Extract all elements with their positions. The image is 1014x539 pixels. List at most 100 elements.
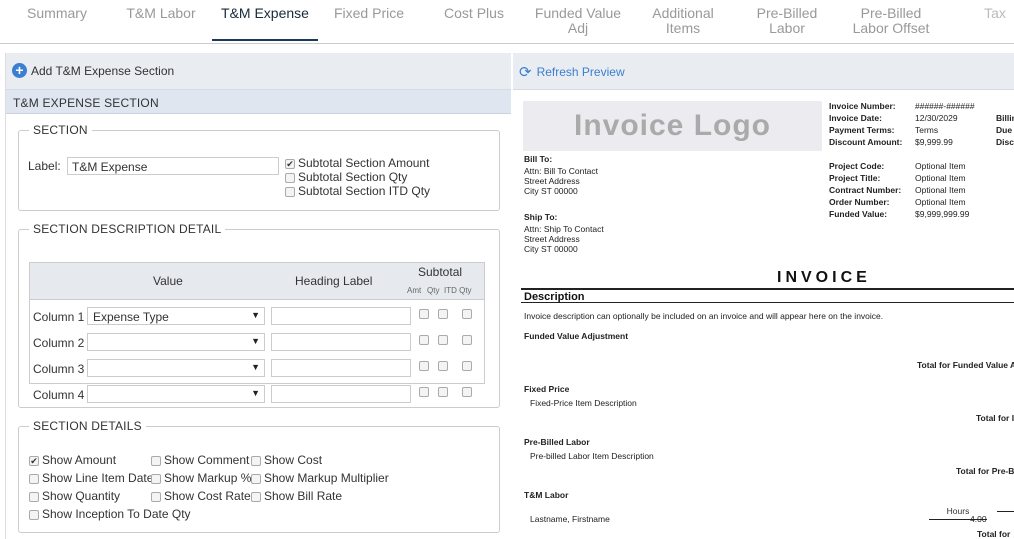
heading-label-input[interactable] (271, 307, 411, 325)
sub-itd-header: ITD Qty (444, 286, 472, 295)
invoice-logo-placeholder: Invoice Logo (523, 101, 822, 151)
show-cost-label: Show Cost (264, 453, 323, 467)
ship-to-line: Street Address (524, 234, 580, 244)
pre-billed-item: Pre-billed Labor Item Description (530, 451, 654, 461)
heading-label-input[interactable] (271, 385, 411, 403)
col-value-header: Value (153, 274, 183, 288)
tab-pre-billed-labor-offset[interactable]: Pre-Billed Labor Offset (846, 6, 936, 36)
fva-total: Total for Funded Value A (917, 360, 1014, 370)
ship-to-line: Attn: Ship To Contact (524, 224, 604, 234)
label-caption: Label: (28, 159, 61, 173)
show-cost-rate-label: Show Cost Rate (164, 489, 251, 503)
label-input[interactable]: T&M Expense (67, 157, 279, 175)
tab-tm-expense[interactable]: T&M Expense (212, 6, 318, 41)
plus-circle-icon: + (12, 63, 27, 78)
amt-checkbox[interactable] (419, 335, 429, 345)
col-heading-header: Heading Label (295, 274, 373, 288)
show-markup-multiplier-checkbox[interactable] (251, 474, 261, 484)
tab-tm-labor[interactable]: T&M Labor (114, 6, 208, 21)
tm-labor-title: T&M Labor (524, 490, 569, 500)
meta-key: Invoice Date: (829, 113, 882, 123)
itd-checkbox[interactable] (462, 335, 472, 345)
refresh-preview-button[interactable]: ⟳ Refresh Preview (519, 63, 625, 81)
fixed-price-item: Fixed-Price Item Description (530, 398, 637, 408)
show-line-item-date-checkbox[interactable] (29, 474, 39, 484)
section-header-title: T&M EXPENSE SECTION (13, 96, 159, 110)
select-value: Expense Type (93, 310, 169, 324)
itd-checkbox[interactable] (462, 361, 472, 371)
meta-key: Discount Amount: (829, 137, 903, 147)
dropdown-arrow-icon: ▼ (251, 362, 260, 372)
meta-value: Terms (915, 125, 939, 135)
qty-checkbox[interactable] (438, 361, 448, 371)
show-cost-checkbox[interactable] (251, 456, 261, 466)
subtotal-amount-label: Subtotal Section Amount (298, 156, 430, 170)
hours-value: 4.00 (970, 514, 987, 524)
row-label: Column 4 (33, 388, 85, 402)
show-cost-rate-checkbox[interactable] (151, 492, 161, 502)
column-value-select[interactable]: ▼ (87, 385, 265, 403)
show-itd-qty-checkbox[interactable] (29, 510, 39, 520)
qty-checkbox[interactable] (438, 387, 448, 397)
section-editor-pane: + Add T&M Expense Section T&M EXPENSE SE… (5, 53, 511, 539)
project-key: Contract Number: (829, 185, 902, 195)
tab-cost-plus[interactable]: Cost Plus (432, 6, 516, 21)
add-section-label: Add T&M Expense Section (31, 63, 175, 78)
project-key: Funded Value: (829, 209, 888, 219)
show-comment-checkbox[interactable] (151, 456, 161, 466)
pre-billed-total: Total for Pre-B (956, 466, 1014, 476)
show-bill-rate-checkbox[interactable] (251, 492, 261, 502)
meta-right-key: Billin (996, 113, 1014, 123)
heading-label-input[interactable] (271, 359, 411, 377)
show-quantity-checkbox[interactable] (29, 492, 39, 502)
column-value-select[interactable]: ▼ (87, 333, 265, 351)
dropdown-arrow-icon: ▼ (251, 336, 260, 346)
description-text: Invoice description can optionally be in… (524, 311, 884, 321)
project-key: Project Title: (829, 173, 881, 183)
section-legend: SECTION (33, 123, 88, 137)
dropdown-arrow-icon: ▼ (251, 388, 260, 398)
project-value: Optional Item (915, 161, 966, 171)
show-amount-checkbox[interactable]: ✔ (29, 456, 39, 466)
project-value: Optional Item (915, 197, 966, 207)
meta-value: 12/30/2029 (915, 113, 958, 123)
subtotal-itd-qty-label: Subtotal Section ITD Qty (298, 184, 431, 198)
show-markup-percent-checkbox[interactable] (151, 474, 161, 484)
amt-checkbox[interactable] (419, 361, 429, 371)
add-section-button[interactable]: + Add T&M Expense Section (12, 63, 174, 78)
project-value: Optional Item (915, 173, 966, 183)
fva-title: Funded Value Adjustment (524, 331, 629, 341)
tab-fixed-price[interactable]: Fixed Price (326, 6, 412, 21)
show-quantity-label: Show Quantity (42, 489, 121, 503)
project-value: Optional Item (915, 185, 966, 195)
bill-to-line: Street Address (524, 176, 580, 186)
subtotal-itd-qty-checkbox[interactable] (285, 187, 295, 197)
tab-funded-value-adj[interactable]: Funded Value Adj (528, 6, 628, 36)
qty-checkbox[interactable] (438, 309, 448, 319)
tab-pre-billed-labor[interactable]: Pre-Billed Labor (746, 6, 828, 36)
itd-checkbox[interactable] (462, 387, 472, 397)
column-value-select[interactable]: Expense Type ▼ (87, 307, 265, 325)
amt-checkbox[interactable] (419, 387, 429, 397)
bill-to-title: Bill To: (524, 154, 553, 164)
tab-bar: Summary T&M Labor T&M Expense Fixed Pric… (0, 0, 1014, 44)
subtotal-amount-checkbox[interactable]: ✔ (285, 159, 295, 169)
fixed-price-total: Total for I (976, 413, 1014, 423)
ship-to-line: City ST 00000 (524, 244, 578, 254)
show-amount-label: Show Amount (42, 453, 117, 467)
tab-additional-items[interactable]: Additional Items (640, 6, 726, 36)
row-label: Column 3 (33, 362, 85, 376)
meta-right-key: Disco (996, 137, 1014, 147)
invoice-logo-text: Invoice Logo (573, 109, 771, 142)
description-table-header: Value Heading Label Subtotal Amt Qty ITD… (29, 262, 485, 300)
tab-summary[interactable]: Summary (14, 6, 100, 21)
heading-label-input[interactable] (271, 333, 411, 351)
itd-checkbox[interactable] (462, 309, 472, 319)
amt-checkbox[interactable] (419, 309, 429, 319)
column-value-select[interactable]: ▼ (87, 359, 265, 377)
tab-tax[interactable]: Tax (976, 6, 1014, 21)
project-value: $9,999,999.99 (915, 209, 970, 219)
qty-checkbox[interactable] (438, 335, 448, 345)
section-header-bar: T&M EXPENSE SECTION (6, 90, 511, 114)
subtotal-qty-checkbox[interactable] (285, 173, 295, 183)
